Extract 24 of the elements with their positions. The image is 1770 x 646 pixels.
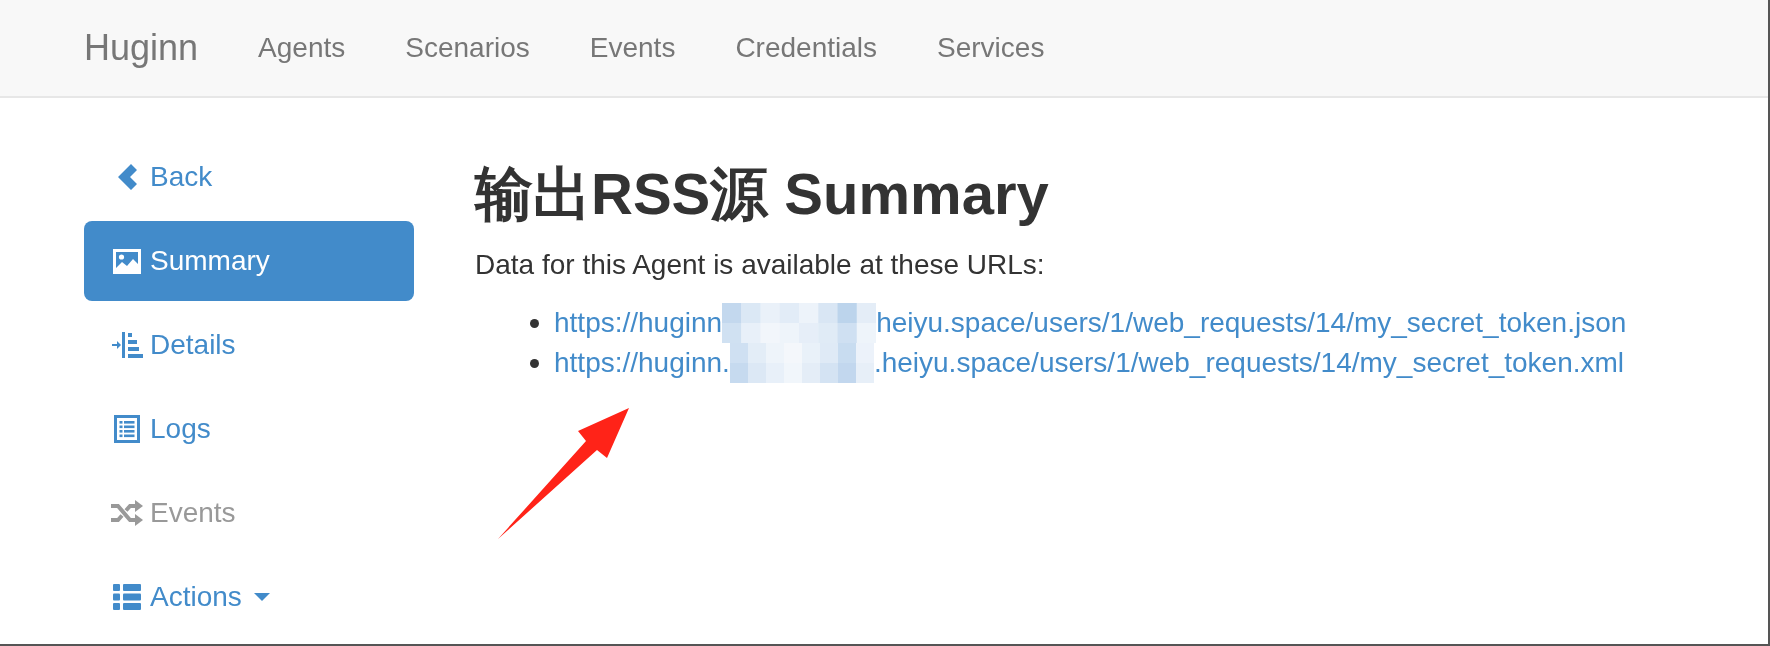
nav-link[interactable]: Agents [228, 28, 376, 68]
brand-link[interactable]: Huginn [54, 23, 229, 73]
actions-dropdown[interactable]: Actions [84, 557, 414, 637]
nav-link[interactable]: Services [907, 28, 1075, 68]
bulleted-list-icon [113, 584, 141, 610]
picture-icon [113, 248, 141, 274]
nav-link[interactable]: Events [559, 28, 706, 68]
nav-link[interactable]: Scenarios [375, 28, 560, 68]
nav-link[interactable]: Credentials [705, 28, 908, 68]
sidebar-tab[interactable]: Summary [84, 221, 414, 301]
back-link[interactable]: Back [84, 137, 414, 217]
caret-icon [253, 593, 270, 601]
sidebar-tab[interactable]: Details [84, 305, 414, 385]
indent-icon [111, 332, 143, 358]
page-title: 输出RSS源 Summary [475, 162, 1050, 226]
url-link[interactable]: https://huginn. .heiyu.space/users/1/web_requests/14/my_secret_token.xml [554, 343, 1625, 383]
intro-text: Data for this Agent is available at these URLs: [475, 248, 1046, 282]
shuffle-icon [111, 500, 143, 526]
bullet-icon [530, 358, 539, 368]
url-link[interactable]: https://huginn heiyu.space/users/1/web_requests/14/my_secret_token.json [554, 303, 1627, 343]
sidebar-tab[interactable]: Logs [84, 389, 414, 469]
chevron-left-icon [117, 164, 137, 190]
bullet-icon [530, 318, 539, 328]
document-list-icon [114, 415, 140, 443]
